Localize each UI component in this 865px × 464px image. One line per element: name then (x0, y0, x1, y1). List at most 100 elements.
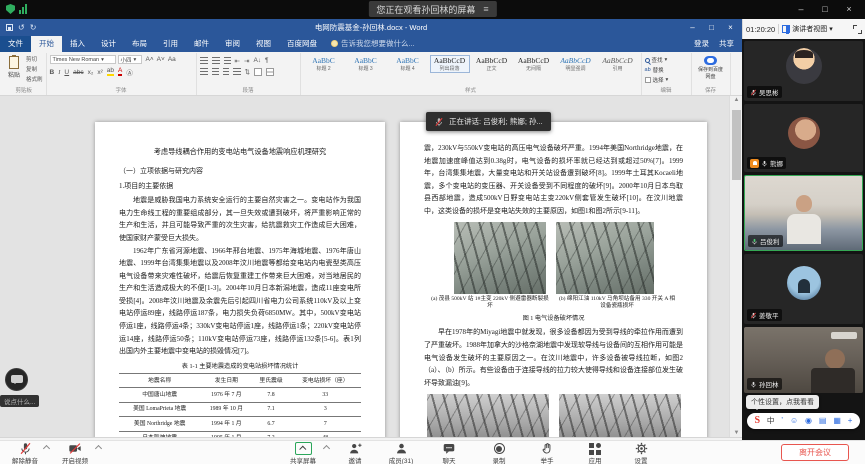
numbering-icon[interactable] (212, 57, 220, 64)
tab-design[interactable]: 设计 (93, 36, 124, 52)
style-heading3[interactable]: AaBbC 标题 3 (346, 55, 386, 73)
unmute-options-chevron[interactable] (43, 445, 50, 452)
tab-baidu-netdisk[interactable]: 百度网盘 (279, 36, 325, 52)
shrink-font-button[interactable]: A˅ (157, 56, 165, 63)
tab-insert[interactable]: 插入 (62, 36, 93, 52)
bullets-icon[interactable] (200, 57, 208, 64)
word-close-button[interactable]: × (721, 23, 740, 32)
document-canvas[interactable]: 考虑导线耦合作用的变电站电气设备地震响应机理研究 （一）立项依据与研究内容 1.… (0, 96, 742, 437)
banner-menu-icon[interactable]: ≡ (483, 4, 488, 14)
italic-button[interactable]: I (58, 69, 60, 76)
style-list-paragraph[interactable]: AaBbCcD 列出段落 (430, 55, 470, 73)
invite-button[interactable]: 邀请 (338, 442, 372, 464)
align-center-icon[interactable] (212, 68, 219, 75)
font-color-button[interactable]: A (118, 68, 122, 77)
line-spacing-icon[interactable]: ⇅ (245, 68, 250, 76)
participant-tile[interactable]: 吴思彬 (744, 41, 863, 101)
raise-hand-button[interactable]: 举手 (530, 442, 564, 464)
close-button[interactable]: × (837, 0, 861, 18)
tab-home[interactable]: 开始 (31, 36, 62, 52)
view-mode-button[interactable]: 演讲者视图 ▾ (782, 24, 833, 34)
document-page-left[interactable]: 考虑导线耦合作用的变电站电气设备地震响应机理研究 （一）立项依据与研究内容 1.… (95, 122, 385, 437)
style-quote[interactable]: AaBbCcD 引用 (598, 55, 638, 73)
increase-indent-icon[interactable]: ⇥ (244, 57, 249, 65)
find-button[interactable]: 查找▾ (645, 56, 688, 64)
fullscreen-icon[interactable] (853, 25, 862, 34)
apps-button[interactable]: 应用 (578, 442, 612, 464)
tab-view[interactable]: 视图 (248, 36, 279, 52)
scroll-down-icon[interactable]: ▼ (730, 430, 742, 436)
ime-settings-tooltip[interactable]: 个性设置，点我看看 (746, 395, 819, 409)
share-button[interactable]: 共享 (719, 38, 734, 49)
emoji-icon[interactable]: ☺ (790, 417, 798, 425)
quick-chat-button[interactable] (5, 368, 28, 391)
tab-references[interactable]: 引用 (155, 36, 186, 52)
record-button[interactable]: 录制 (482, 442, 516, 464)
punctuation-icon[interactable]: ’ (781, 417, 783, 425)
share-screen-button[interactable]: 共享屏幕 (286, 442, 320, 464)
format-painter-button[interactable]: 格式刷 (26, 75, 43, 83)
font-size-combo[interactable]: 小四▾ (118, 55, 142, 64)
char-border-button[interactable]: Ⓐ (126, 67, 133, 77)
superscript-button[interactable]: x² (97, 69, 102, 76)
copy-button[interactable]: 复制 (26, 65, 43, 73)
participant-tile-presenter[interactable]: 孙回林 (744, 327, 863, 393)
participant-tile[interactable]: 熊娜 (744, 104, 863, 172)
grow-font-button[interactable]: A˄ (146, 56, 154, 63)
scrollbar-thumb[interactable] (732, 110, 741, 180)
save-icon[interactable] (6, 24, 13, 31)
undo-icon[interactable]: ↺ (18, 23, 25, 32)
tab-mailings[interactable]: 邮件 (186, 36, 217, 52)
shading-icon[interactable] (254, 68, 262, 76)
tell-me-box[interactable]: 告诉我您想要做什么... (325, 36, 421, 52)
show-marks-icon[interactable]: ¶ (265, 57, 269, 64)
sort-icon[interactable]: A↓ (253, 57, 261, 64)
highlight-button[interactable]: ab (107, 68, 114, 77)
replace-button[interactable]: ab替换 (645, 66, 688, 74)
select-button[interactable]: 选择▾ (645, 76, 688, 84)
speaking-banner[interactable]: 正在讲话: 吕俊利; 熊娜; 孙... (426, 112, 551, 131)
tab-file[interactable]: 文件 (0, 36, 31, 52)
paste-button[interactable]: 粘贴 (5, 55, 23, 83)
borders-icon[interactable] (266, 68, 274, 76)
settings-button[interactable]: 设置 (624, 442, 658, 464)
video-options-chevron[interactable] (95, 445, 102, 452)
leave-meeting-button[interactable]: 离开会议 (781, 444, 849, 461)
document-page-right[interactable]: 震，230kV与550kV变电站的高压电气设备破坏严重。1994年美国North… (400, 122, 707, 437)
chat-button[interactable]: 聊天 (432, 442, 466, 464)
tab-layout[interactable]: 布局 (124, 36, 155, 52)
participant-tile-active-speaker[interactable]: 吕俊利 (744, 175, 863, 251)
voice-input-icon[interactable]: ◉ (805, 417, 812, 425)
start-video-button[interactable]: 开启视频 (58, 442, 92, 464)
members-button[interactable]: 成员(31) (384, 442, 418, 464)
multilevel-list-icon[interactable] (224, 57, 231, 64)
sign-in-link[interactable]: 登录 (694, 38, 709, 49)
align-right-icon[interactable] (223, 68, 229, 75)
subscript-button[interactable]: x₂ (88, 69, 94, 76)
strikethrough-button[interactable]: abc (73, 69, 83, 76)
minimize-button[interactable]: – (789, 0, 813, 18)
toolbox-icon[interactable]: ▦ (833, 417, 841, 425)
tab-review[interactable]: 审阅 (217, 36, 248, 52)
more-icon[interactable]: + (848, 417, 853, 425)
style-intense-emphasis[interactable]: AaBbCcD 明显强调 (556, 55, 596, 73)
vertical-scrollbar[interactable]: ▲ ▼ (729, 96, 742, 437)
underline-button[interactable]: U (64, 69, 69, 76)
keyboard-icon[interactable]: ▤ (819, 417, 827, 425)
align-left-icon[interactable] (200, 68, 208, 75)
quick-chat-label[interactable]: 说点什么... (0, 395, 39, 407)
decrease-indent-icon[interactable]: ⇤ (235, 57, 240, 65)
chinese-mode-icon[interactable]: 中 (767, 417, 775, 425)
change-case-button[interactable]: Aa (168, 56, 176, 63)
style-heading4[interactable]: AaBbC 标题 4 (388, 55, 428, 73)
save-to-baidu-button[interactable]: 保存到百度网盘 (695, 55, 727, 81)
participant-tile[interactable]: 姜敬平 (744, 254, 863, 324)
style-heading2[interactable]: AaBbC 标题 2 (304, 55, 344, 73)
bold-button[interactable]: B (50, 69, 55, 76)
share-options-chevron[interactable] (323, 445, 330, 452)
style-normal[interactable]: AaBbCcD 正文 (472, 55, 512, 73)
justify-icon[interactable] (233, 68, 241, 75)
scroll-up-icon[interactable]: ▲ (730, 97, 742, 103)
restore-button[interactable]: □ (813, 0, 837, 18)
word-minimize-button[interactable]: – (683, 23, 702, 32)
